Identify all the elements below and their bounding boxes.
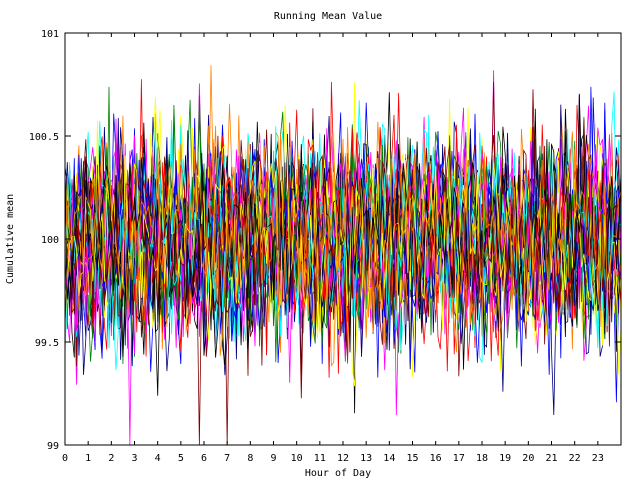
x-tick-label: 17 xyxy=(453,453,465,464)
x-tick-label: 21 xyxy=(545,453,557,464)
x-tick-label: 12 xyxy=(337,453,349,464)
x-tick-label: 13 xyxy=(360,453,372,464)
x-tick-label: 18 xyxy=(476,453,488,464)
x-tick-label: 14 xyxy=(383,453,395,464)
x-tick-label: 9 xyxy=(270,453,276,464)
x-tick-label: 22 xyxy=(569,453,581,464)
x-tick-label: 4 xyxy=(155,453,161,464)
x-tick-label: 6 xyxy=(201,453,207,464)
x-axis-label: Hour of Day xyxy=(305,468,371,479)
x-tick-label: 19 xyxy=(499,453,511,464)
y-tick-label: 100 xyxy=(41,235,59,246)
x-tick-label: 10 xyxy=(291,453,303,464)
x-tick-label: 3 xyxy=(131,453,137,464)
x-tick-label: 7 xyxy=(224,453,230,464)
x-tick-label: 8 xyxy=(247,453,253,464)
x-tick-label: 0 xyxy=(62,453,68,464)
x-tick-label: 2 xyxy=(108,453,114,464)
chart-title: Running Mean Value xyxy=(274,11,382,22)
y-tick-label: 99 xyxy=(47,441,59,452)
x-tick-label: 23 xyxy=(592,453,604,464)
x-tick-label: 1 xyxy=(85,453,91,464)
y-axis-label: Cumulative mean xyxy=(5,194,16,284)
x-tick-label: 15 xyxy=(406,453,418,464)
x-tick-label: 16 xyxy=(430,453,442,464)
y-tick-label: 101 xyxy=(41,29,59,40)
running-mean-chart: Running Mean Value Hour of Day Cumulativ… xyxy=(0,0,640,480)
x-tick-label: 5 xyxy=(178,453,184,464)
x-tick-label: 11 xyxy=(314,453,326,464)
chart-canvas: Running Mean Value Hour of Day Cumulativ… xyxy=(0,0,640,480)
y-tick-label: 99.5 xyxy=(35,338,59,349)
x-tick-label: 20 xyxy=(522,453,534,464)
y-tick-label: 100.5 xyxy=(29,132,59,143)
